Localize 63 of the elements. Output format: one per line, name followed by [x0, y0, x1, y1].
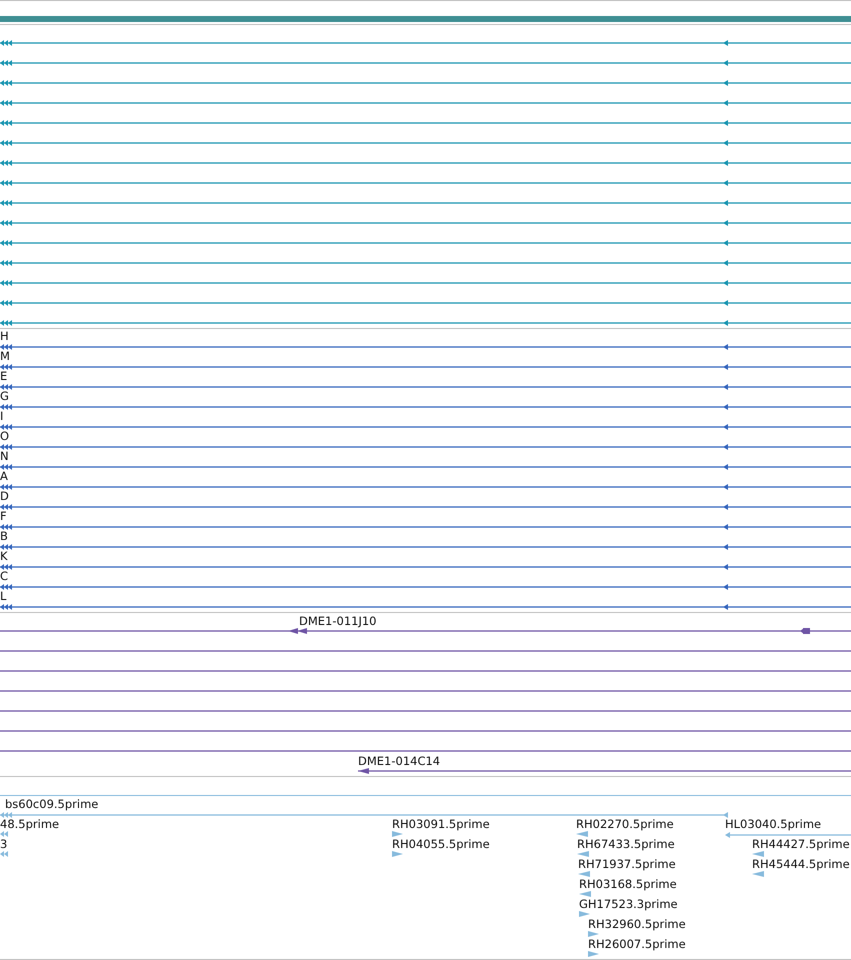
transcript-label: M	[0, 349, 10, 363]
transcript-label: H	[0, 329, 9, 343]
est-label: bs60c09.5prime	[5, 797, 98, 811]
est-feature[interactable]	[723, 812, 851, 838]
transcript-feature[interactable]	[0, 544, 851, 550]
transcript-label: K	[0, 549, 8, 563]
transcript-feature[interactable]	[0, 404, 851, 410]
clone-feature[interactable]	[358, 768, 851, 774]
transcript-feature[interactable]	[0, 80, 851, 86]
transcript-label: I	[0, 409, 4, 423]
transcript-label: D	[0, 489, 9, 503]
transcript-label: F	[0, 509, 7, 523]
transcript-feature[interactable]	[0, 320, 851, 326]
est-label: RH02270.5prime	[576, 817, 674, 831]
transcript-feature[interactable]	[0, 280, 851, 286]
transcript-label: C	[0, 569, 8, 583]
transcript-feature[interactable]	[0, 220, 851, 226]
transcript-feature[interactable]	[0, 120, 851, 126]
transcript-feature[interactable]	[0, 180, 851, 186]
transcript-feature[interactable]	[0, 300, 851, 306]
clone-label: DME1-014C14	[358, 754, 440, 768]
clone-label: DME1-011J10	[299, 614, 376, 628]
transcript-feature[interactable]	[0, 444, 851, 450]
transcript-feature[interactable]	[0, 40, 851, 46]
est-label: RH45444.5prime	[752, 857, 850, 871]
est-label: RH03168.5prime	[579, 877, 677, 891]
transcript-feature[interactable]	[0, 564, 851, 570]
transcript-label: A	[0, 469, 8, 483]
transcript-feature[interactable]	[0, 260, 851, 266]
est-label: 3	[0, 837, 8, 851]
transcript-label: L	[0, 589, 6, 603]
est-label: RH03091.5prime	[392, 817, 490, 831]
transcript-feature[interactable]	[0, 60, 851, 66]
transcript-label: B	[0, 529, 8, 543]
est-label: HL03040.5prime	[725, 817, 822, 831]
transcript-feature[interactable]	[0, 424, 851, 430]
est-label: RH44427.5prime	[752, 837, 850, 851]
transcript-label: E	[0, 369, 8, 383]
transcript-feature[interactable]	[0, 604, 851, 610]
transcript-feature[interactable]	[0, 100, 851, 106]
transcript-feature[interactable]	[0, 384, 851, 390]
transcript-feature[interactable]	[0, 344, 851, 350]
clone-feature[interactable]	[0, 628, 851, 634]
transcript-feature[interactable]	[0, 484, 851, 490]
est-label: RH32960.5prime	[588, 917, 686, 931]
est-label: RH71937.5prime	[578, 857, 676, 871]
transcript-feature[interactable]	[0, 200, 851, 206]
est-label: GH17523.3prime	[579, 897, 678, 911]
est-label: RH04055.5prime	[392, 837, 490, 851]
transcript-feature[interactable]	[0, 364, 851, 370]
transcript-feature[interactable]	[0, 240, 851, 246]
transcript-label: N	[0, 449, 9, 463]
transcript-feature[interactable]	[0, 464, 851, 470]
est-label: RH26007.5prime	[588, 937, 686, 951]
transcript-feature[interactable]	[0, 504, 851, 510]
transcript-feature[interactable]	[0, 524, 851, 530]
transcript-label: G	[0, 389, 9, 403]
transcript-feature[interactable]	[0, 160, 851, 166]
est-label: RH67433.5prime	[577, 837, 675, 851]
transcript-feature[interactable]	[0, 140, 851, 146]
est-label: 48.5prime	[0, 817, 60, 831]
transcript-feature[interactable]	[0, 584, 851, 590]
transcript-label: O	[0, 429, 10, 443]
